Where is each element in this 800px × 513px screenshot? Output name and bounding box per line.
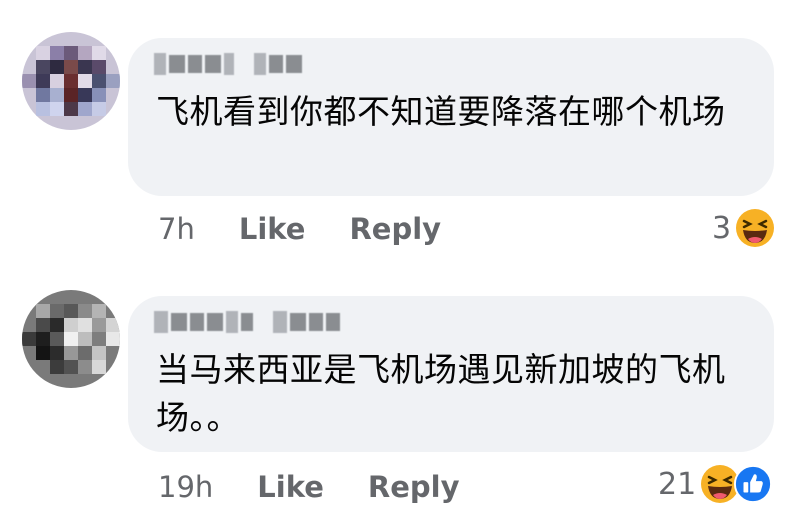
reaction-count: 3 (712, 210, 732, 246)
comment-text: 当马来西亚是飞机场遇见新加坡的飞机场。。 (156, 350, 726, 437)
reaction-summary[interactable]: 3 (712, 208, 775, 248)
comment-actions: 19h Like Reply (158, 470, 460, 504)
haha-icon (736, 209, 775, 247)
comment-bubble: 当马来西亚是飞机场遇见新加坡的飞机场。。 (128, 296, 774, 452)
comment-text: 飞机看到你都不知道要降落在哪个机场 (156, 92, 726, 131)
like-button[interactable]: Like (257, 470, 324, 504)
reaction-count: 21 (658, 466, 697, 502)
comment-actions: 7h Like Reply (158, 212, 441, 246)
reply-button[interactable]: Reply (349, 212, 441, 246)
avatar[interactable] (22, 32, 120, 130)
like-icon (734, 465, 773, 503)
reaction-summary[interactable]: 21 (658, 464, 773, 504)
commenter-name[interactable] (154, 310, 340, 334)
comment-timestamp[interactable]: 7h (158, 212, 195, 246)
comment-bubble: 飞机看到你都不知道要降落在哪个机场 (128, 38, 774, 196)
reply-button[interactable]: Reply (368, 470, 460, 504)
avatar[interactable] (22, 290, 120, 388)
commenter-name[interactable] (154, 52, 302, 76)
like-button[interactable]: Like (239, 212, 306, 246)
comment-timestamp[interactable]: 19h (158, 470, 213, 504)
